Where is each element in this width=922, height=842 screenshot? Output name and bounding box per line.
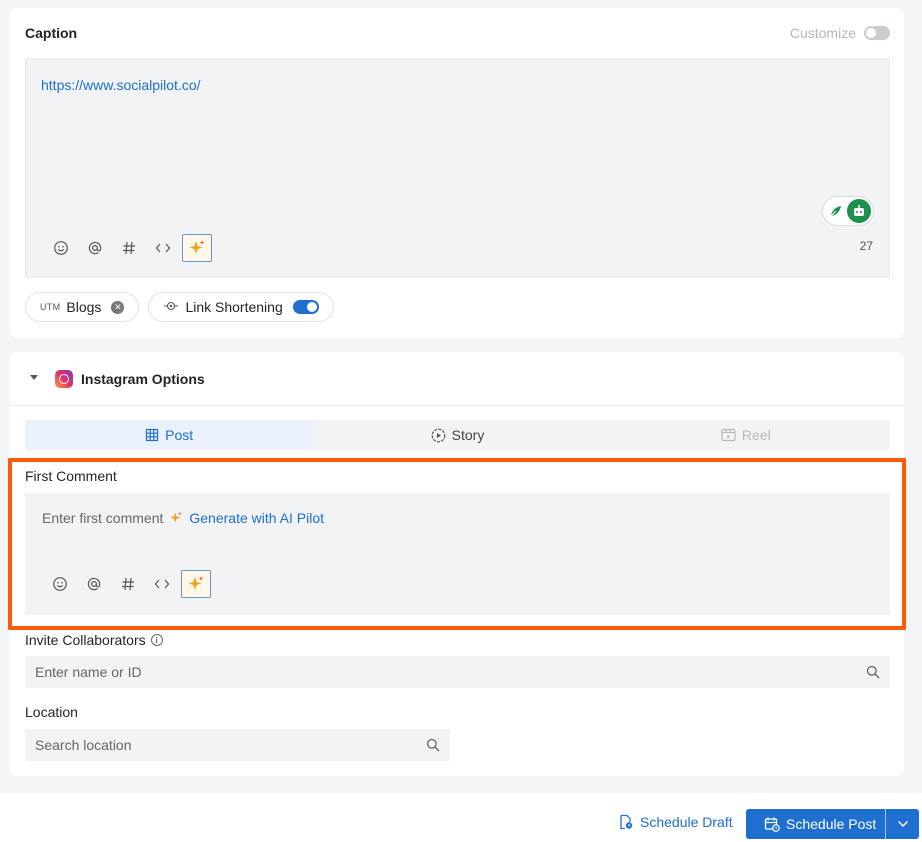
first-comment-placeholder[interactable]: Enter first comment Generate with AI Pil… (42, 510, 324, 526)
code-icon[interactable] (145, 569, 179, 599)
utm-blogs-chip[interactable]: UTM Blogs ✕ (25, 292, 140, 322)
tab-post[interactable]: Post (25, 420, 314, 450)
tab-post-label: Post (165, 427, 194, 443)
leaf-icon[interactable] (825, 200, 847, 222)
emoji-icon[interactable] (43, 569, 77, 599)
first-comment-placeholder-text: Enter first comment (42, 510, 164, 526)
first-comment-toolbar (43, 569, 211, 599)
invite-collaborators-label: Invite Collaborators i (25, 632, 163, 648)
ai-sparkle-icon[interactable] (182, 234, 212, 262)
location-field (25, 729, 450, 761)
instagram-options-header[interactable]: Instagram Options (10, 352, 904, 406)
tab-story-label: Story (451, 427, 485, 443)
post-type-tabs: Post Story Reel (25, 420, 890, 450)
bot-icon[interactable] (847, 199, 871, 223)
invite-collaborators-input[interactable] (25, 656, 890, 688)
customize-toggle[interactable] (864, 26, 890, 40)
caption-title: Caption (25, 25, 78, 41)
calendar-clock-icon (764, 817, 780, 832)
emoji-icon[interactable] (44, 233, 78, 263)
generate-ai-link[interactable]: Generate with AI Pilot (189, 510, 324, 526)
invite-collaborators-text: Invite Collaborators (25, 632, 146, 648)
schedule-draft-label: Schedule Draft (640, 814, 733, 830)
ai-sparkle-icon[interactable] (181, 570, 211, 598)
blogs-label: Blogs (66, 299, 102, 315)
grid-icon (146, 428, 159, 442)
mention-icon[interactable] (77, 569, 111, 599)
link-shortening-toggle[interactable] (292, 300, 319, 314)
instagram-options-card: Instagram Options Post Story Reel First … (8, 352, 906, 776)
link-shortening-chip[interactable]: Link Shortening (148, 292, 334, 322)
play-circle-icon (431, 428, 446, 442)
caption-text[interactable]: https://www.socialpilot.co/ (41, 77, 201, 93)
invite-collaborators-field (25, 656, 890, 688)
chevron-down-icon[interactable] (30, 375, 38, 380)
search-icon[interactable] (866, 665, 880, 679)
first-comment-label: First Comment (25, 468, 117, 484)
tab-reel-label: Reel (741, 427, 771, 443)
caption-chips: UTM Blogs ✕ Link Shortening (25, 292, 334, 322)
footer-bar: Schedule Draft Schedule Post (0, 793, 922, 842)
code-icon[interactable] (146, 233, 180, 263)
utm-icon: UTM (40, 302, 61, 312)
reel-icon (721, 428, 736, 442)
chevron-down-icon (897, 820, 908, 828)
link-shortening-label: Link Shortening (185, 299, 283, 315)
link-icon (163, 299, 179, 315)
hashtag-icon[interactable] (111, 569, 145, 599)
close-icon[interactable]: ✕ (111, 300, 125, 314)
schedule-post-label: Schedule Post (786, 816, 877, 832)
schedule-draft-button[interactable]: Schedule Draft (618, 814, 733, 830)
location-input[interactable] (25, 729, 450, 761)
caption-toolbar (44, 233, 212, 263)
tab-reel[interactable]: Reel (602, 420, 890, 450)
instagram-options-title: Instagram Options (81, 371, 205, 387)
caption-card: Caption Customize https://www.socialpilo… (10, 8, 904, 338)
schedule-post-button[interactable]: Schedule Post (746, 809, 919, 839)
mention-icon[interactable] (78, 233, 112, 263)
schedule-options-dropdown[interactable] (886, 820, 919, 828)
customize-control[interactable]: Customize (790, 25, 890, 41)
draft-file-icon (620, 814, 633, 830)
info-icon[interactable]: i (150, 634, 163, 646)
ai-sparkle-icon (170, 511, 183, 523)
search-icon[interactable] (426, 738, 440, 752)
first-comment-editor[interactable]: Enter first comment Generate with AI Pil… (25, 493, 890, 615)
tab-story[interactable]: Story (313, 420, 601, 450)
hashtag-icon[interactable] (112, 233, 146, 263)
schedule-post-main[interactable]: Schedule Post (746, 809, 886, 839)
customize-label: Customize (789, 25, 856, 41)
char-count: 27 (859, 239, 873, 253)
location-label: Location (25, 704, 78, 720)
grammar-badges[interactable] (823, 197, 873, 225)
instagram-icon (55, 370, 73, 388)
caption-editor[interactable]: https://www.socialpilot.co/ 27 (25, 58, 890, 278)
